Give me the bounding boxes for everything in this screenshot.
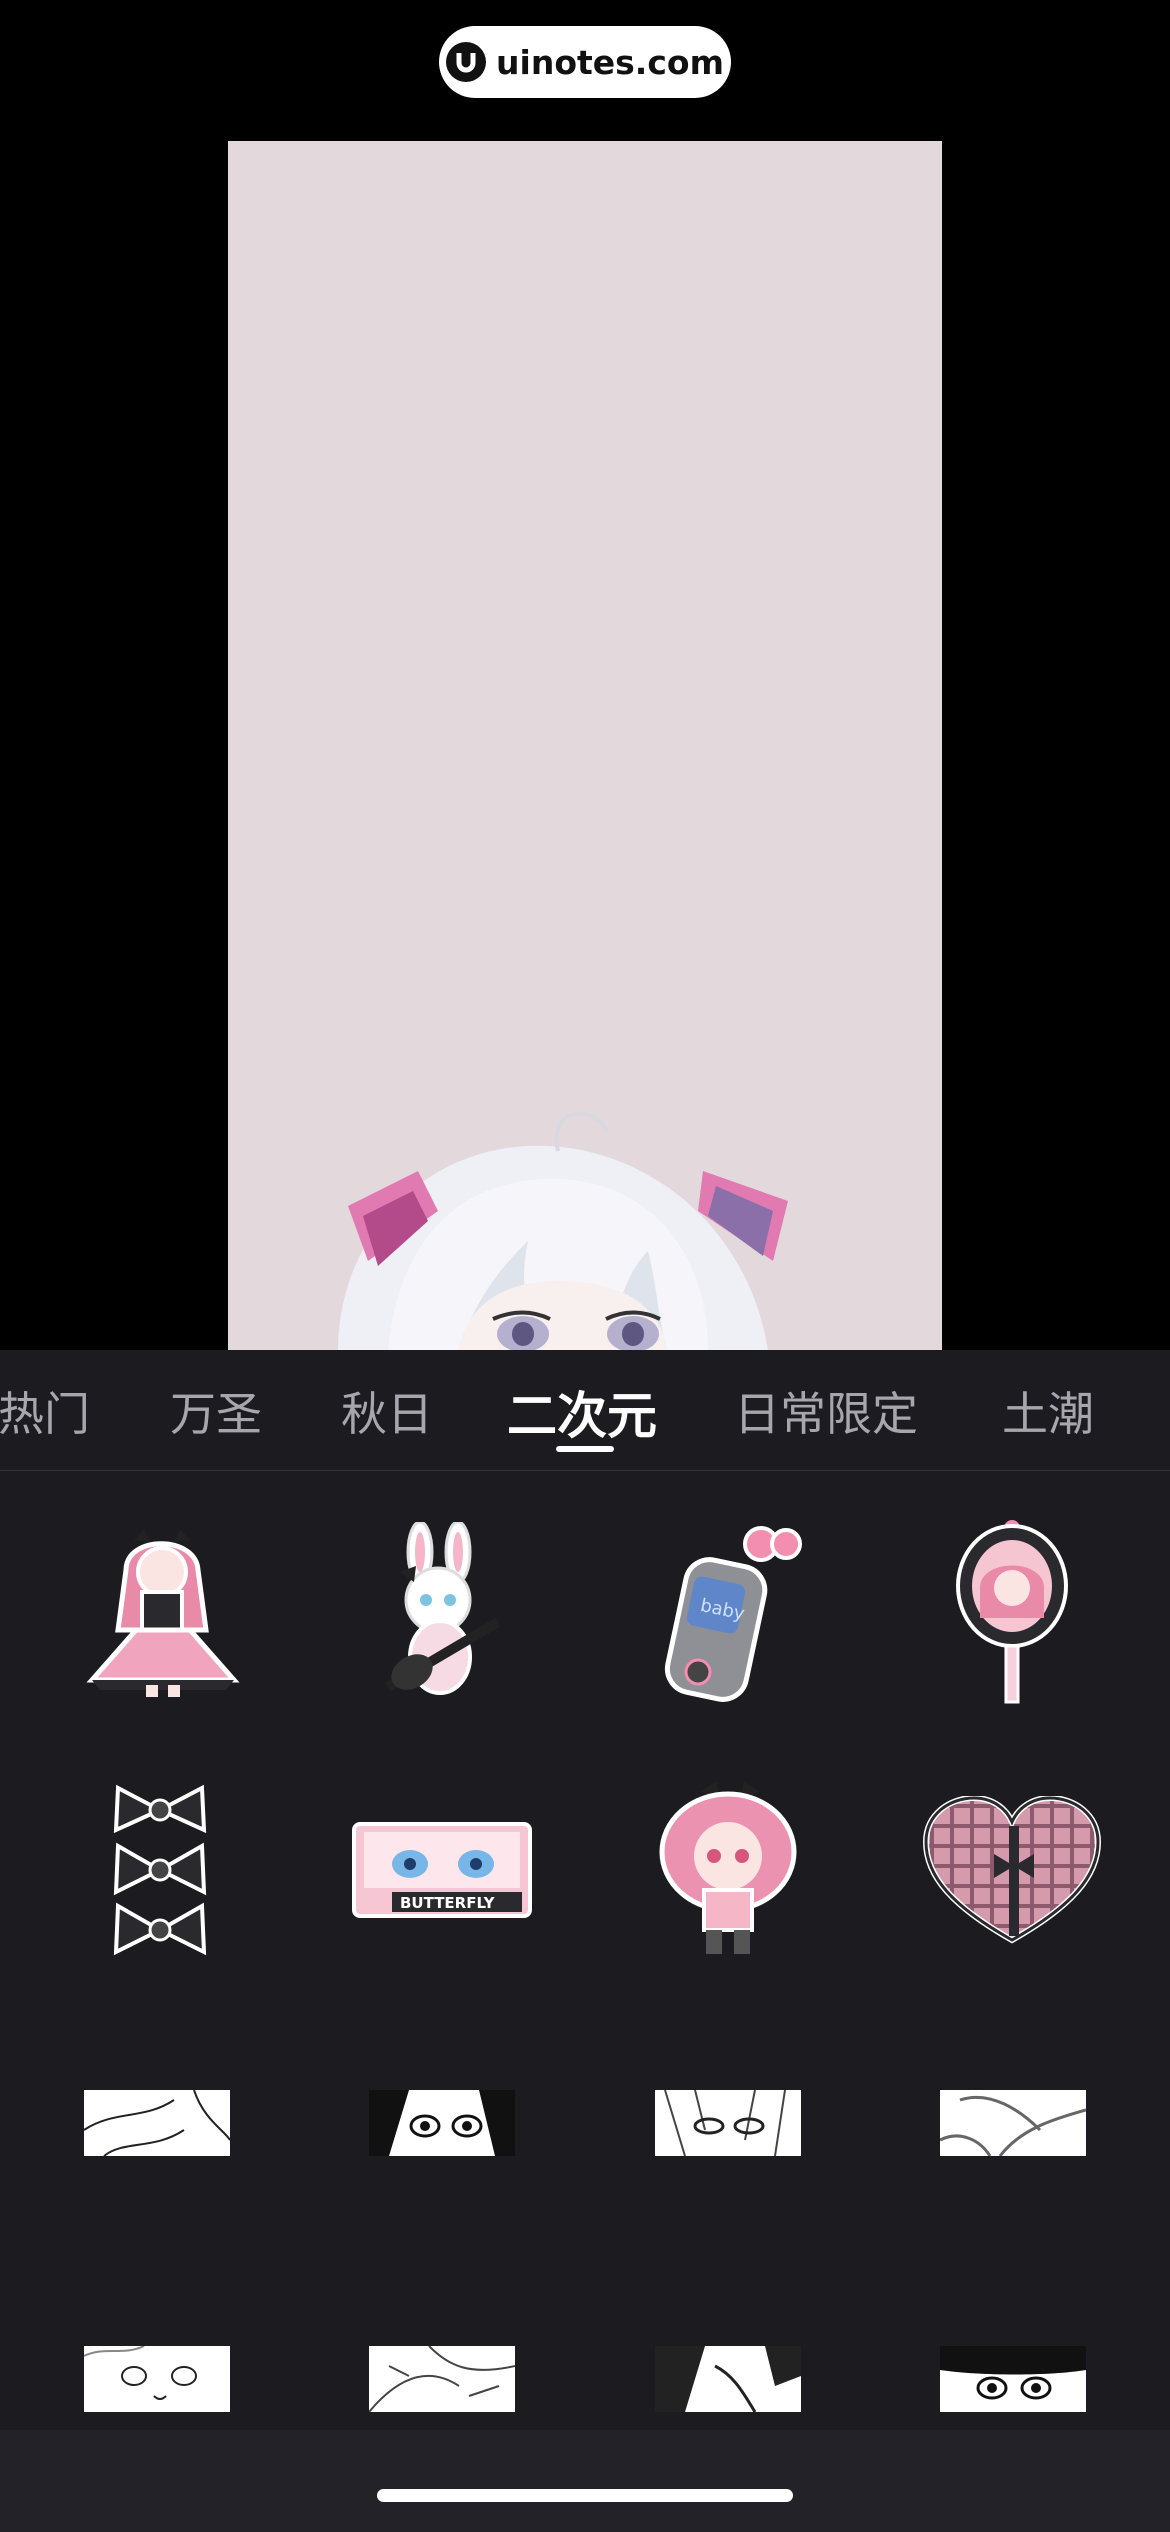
watermark-text: uinotes.com (496, 42, 724, 82)
editing-canvas[interactable] (228, 141, 942, 1351)
tab-daily-limited[interactable]: 日常限定 (734, 1378, 918, 1444)
manga-panel-sticker-6[interactable] (369, 2346, 515, 2412)
manga-panel-sticker-2[interactable] (369, 2090, 515, 2156)
black-bows-sticker[interactable] (108, 1780, 212, 1960)
sticker-category-tabs: 热门 万圣 秋日 二次元 日常限定 土潮 (0, 1350, 1170, 1471)
anime-character-image (338, 1111, 788, 1351)
manga-panel-sticker-3[interactable] (655, 2090, 801, 2156)
butterfly-banner-text: BUTTERFLY (400, 1894, 496, 1912)
bunny-guitar-sticker[interactable] (378, 1522, 504, 1702)
tab-hot[interactable]: 热门 (0, 1378, 90, 1444)
uinotes-logo-icon (446, 42, 487, 82)
home-indicator[interactable] (377, 2489, 793, 2502)
tab-halloween[interactable]: 万圣 (170, 1378, 262, 1444)
butterfly-eyes-sticker[interactable]: BUTTERFLY (352, 1822, 532, 1918)
tab-street[interactable]: 土潮 (1002, 1378, 1094, 1444)
tab-anime[interactable]: 二次元 (507, 1376, 657, 1448)
mirror-girl-sticker[interactable] (952, 1518, 1072, 1704)
bottom-safe-area (0, 2430, 1170, 2532)
watermark-badge: uinotes.com (439, 26, 731, 98)
plaid-heart-sticker[interactable] (922, 1796, 1102, 1946)
active-tab-indicator (556, 1446, 614, 1452)
manga-panel-sticker-5[interactable] (84, 2346, 230, 2412)
chibi-girl-sticker[interactable] (650, 1780, 806, 1960)
anime-girl-pink-dress-sticker[interactable] (86, 1520, 240, 1700)
manga-panel-sticker-8[interactable] (940, 2346, 1086, 2412)
manga-panel-sticker-4[interactable] (940, 2090, 1086, 2156)
manga-panel-sticker-1[interactable] (84, 2090, 230, 2156)
tab-autumn[interactable]: 秋日 (341, 1378, 433, 1444)
flip-phone-baby-sticker[interactable]: baby (656, 1522, 802, 1702)
manga-panel-sticker-7[interactable] (655, 2346, 801, 2412)
